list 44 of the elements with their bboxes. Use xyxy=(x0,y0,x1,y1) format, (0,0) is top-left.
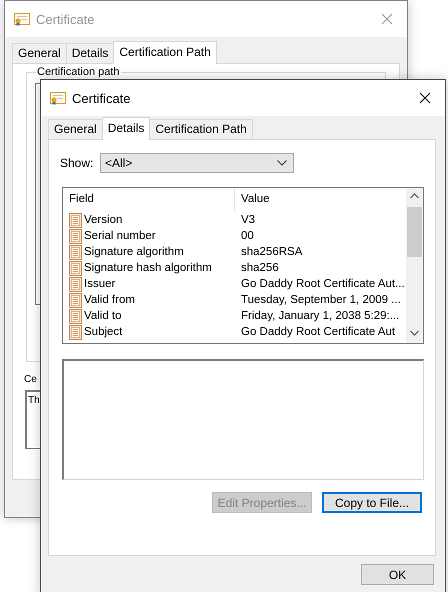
tab[interactable]: Certification Path xyxy=(149,119,253,139)
button[interactable]: Copy to File... xyxy=(322,492,422,513)
tab[interactable]: Details xyxy=(102,117,150,140)
tab[interactable]: Certification Path xyxy=(113,41,217,64)
field-icon xyxy=(69,276,82,292)
field-icon xyxy=(69,244,82,260)
field-icon xyxy=(69,212,82,228)
field-value: 00 xyxy=(240,228,254,244)
tab[interactable]: General xyxy=(48,119,103,139)
certificate-icon xyxy=(50,91,66,105)
ok-button[interactable]: OK xyxy=(361,564,434,585)
field-icon xyxy=(69,308,82,324)
field-value: Go Daddy Root Certificate Aut... xyxy=(240,276,405,292)
group-label: Certification path xyxy=(36,66,121,78)
status-text: Th xyxy=(28,395,40,406)
field-name[interactable]: Signature algorithm xyxy=(84,244,184,260)
window-title: Certificate xyxy=(36,12,96,26)
field-name[interactable]: Subject xyxy=(84,324,122,340)
field-name[interactable]: Version xyxy=(84,212,122,228)
field-value: sha256RSA xyxy=(240,244,302,260)
field-value: Go Daddy Root Certificate Aut xyxy=(240,324,396,340)
field-icon xyxy=(69,260,82,276)
field-icon xyxy=(69,228,82,244)
field-name[interactable]: Serial number xyxy=(84,228,156,244)
window-title: Certificate xyxy=(72,90,132,106)
field-value: V3 xyxy=(240,212,256,228)
field-name[interactable]: Signature hash algorithm xyxy=(84,260,212,276)
field-value: sha256 xyxy=(240,260,279,276)
show-label: Show: xyxy=(60,156,94,170)
field-value: Friday, January 1, 2038 5:29:... xyxy=(240,308,400,324)
field-name[interactable]: Valid to xyxy=(84,308,122,324)
certificate-icon xyxy=(14,12,30,26)
field-icon xyxy=(69,324,82,340)
field-icon xyxy=(69,292,82,308)
close-icon[interactable] xyxy=(419,92,431,104)
status-label: Ce xyxy=(24,374,38,386)
field-name[interactable]: Valid from xyxy=(84,292,135,308)
chevron-icon xyxy=(277,160,287,166)
column-header[interactable]: Field xyxy=(63,188,235,211)
tab[interactable]: General xyxy=(12,43,67,63)
column-header[interactable]: Value xyxy=(235,188,406,211)
field-name[interactable]: Issuer xyxy=(84,276,116,292)
show-dropdown[interactable]: <All> xyxy=(100,153,294,173)
field-value: Tuesday, September 1, 2009 ... xyxy=(240,292,401,308)
